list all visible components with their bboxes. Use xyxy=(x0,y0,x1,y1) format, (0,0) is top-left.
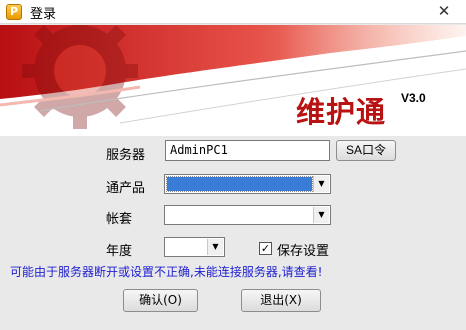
server-value: AdminPC1 xyxy=(170,143,228,157)
year-select[interactable]: ▼ xyxy=(164,237,225,257)
account-selected-value xyxy=(167,208,312,222)
sa-password-button[interactable]: SA口令 xyxy=(336,140,396,161)
server-label: 服务器 xyxy=(106,148,146,163)
account-label: 帐套 xyxy=(106,212,133,227)
year-label: 年度 xyxy=(106,244,133,259)
close-button[interactable]: ✕ xyxy=(426,1,462,21)
window-title: 登录 xyxy=(30,7,57,22)
account-select[interactable]: ▼ xyxy=(164,205,331,225)
server-input[interactable]: AdminPC1 xyxy=(165,140,330,161)
title-bar: P 登录 ✕ xyxy=(0,0,466,24)
year-selected-value xyxy=(167,240,206,254)
brand-version: V3.0 xyxy=(401,91,426,105)
chevron-down-icon[interactable]: ▼ xyxy=(313,207,329,223)
connection-warning: 可能由于服务器断开或设置不正确,未能连接服务器,请查看! xyxy=(10,265,323,279)
save-settings-label[interactable]: 保存设置 xyxy=(277,240,329,259)
save-settings-checkbox[interactable]: ✓ xyxy=(259,242,272,255)
app-icon: P xyxy=(6,4,22,20)
brand-title: 维护通 xyxy=(296,95,387,129)
chevron-down-icon[interactable]: ▼ xyxy=(313,176,329,192)
chevron-down-icon[interactable]: ▼ xyxy=(207,239,223,255)
exit-button[interactable]: 退出(X) xyxy=(241,289,321,312)
banner: 维护通 V3.0 xyxy=(0,25,466,136)
product-label: 通产品 xyxy=(106,181,146,196)
product-selected-value xyxy=(166,176,313,192)
banner-artwork xyxy=(0,25,466,129)
ok-button[interactable]: 确认(O) xyxy=(123,289,198,312)
product-select[interactable]: ▼ xyxy=(164,174,331,194)
